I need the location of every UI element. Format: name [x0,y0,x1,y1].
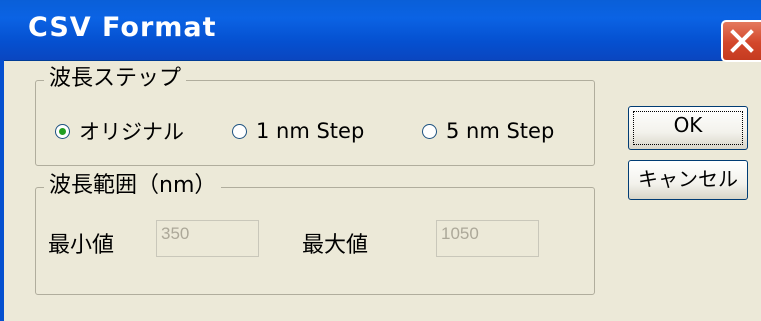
dialog-title: CSV Format [28,12,217,43]
radio-5nm-step-indicator[interactable] [422,123,437,139]
radio-original-indicator[interactable] [55,123,70,139]
radio-original-label: オリジナル [79,120,184,144]
radio-1nm-step[interactable]: 1 nm Step [232,116,364,146]
title-bar[interactable]: CSV Format [0,0,761,62]
ok-button-label: OK [673,113,703,137]
radio-5nm-step-label: 5 nm Step [446,119,555,143]
min-value-label: 最小値 [48,233,115,258]
radio-original[interactable]: オリジナル [55,116,184,146]
min-value-field[interactable]: 350 [156,220,259,257]
wavelength-range-legend: 波長範囲（nm） [44,172,222,200]
close-button[interactable] [721,20,761,62]
wavelength-step-legend: 波長ステップ [44,65,187,93]
cancel-button-label: キャンセル [638,167,738,191]
max-value-label: 最大値 [302,233,369,258]
max-value-field[interactable]: 1050 [436,220,539,257]
csv-format-dialog: CSV Format 波長ステップ オリジナル 1 nm Step 5 nm S… [0,0,761,321]
cancel-button[interactable]: キャンセル [628,160,748,200]
radio-1nm-step-label: 1 nm Step [256,119,365,143]
radio-1nm-step-indicator[interactable] [232,123,247,139]
window-frame-left [0,60,4,321]
radio-5nm-step[interactable]: 5 nm Step [422,116,554,146]
ok-button[interactable]: OK [628,106,748,150]
